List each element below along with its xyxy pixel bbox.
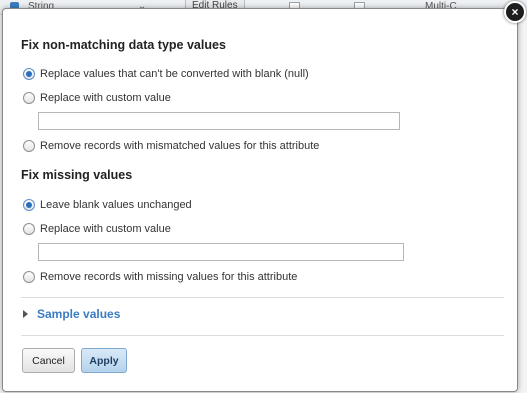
missing-custom-value-input[interactable] (38, 243, 404, 261)
radio-button[interactable] (23, 271, 35, 283)
option-label: Replace with custom value (40, 223, 171, 235)
apply-button[interactable]: Apply (81, 348, 127, 373)
radio-button[interactable] (23, 92, 35, 104)
missing-option-custom[interactable]: Replace with custom value (23, 221, 171, 237)
datatype-custom-value-input[interactable] (38, 112, 400, 130)
cancel-button[interactable]: Cancel (22, 348, 75, 373)
missing-option-remove[interactable]: Remove records with missing values for t… (23, 269, 297, 285)
radio-button[interactable] (23, 140, 35, 152)
radio-button-selected[interactable] (23, 199, 35, 211)
option-label: Replace values that can't be converted w… (40, 68, 309, 80)
option-label: Replace with custom value (40, 92, 171, 104)
missing-section-title: Fix missing values (21, 168, 133, 182)
option-label: Remove records with mismatched values fo… (40, 140, 320, 152)
radio-button-selected[interactable] (23, 68, 35, 80)
sample-values-toggle[interactable]: Sample values (23, 307, 120, 321)
datatype-section-title: Fix non-matching data type values (21, 38, 226, 52)
datatype-option-blank[interactable]: Replace values that can't be converted w… (23, 66, 309, 82)
datatype-option-remove[interactable]: Remove records with mismatched values fo… (23, 138, 319, 154)
option-label: Leave blank values unchanged (40, 199, 192, 211)
missing-option-leave[interactable]: Leave blank values unchanged (23, 197, 192, 213)
sample-values-label: Sample values (37, 307, 121, 321)
datatype-option-custom[interactable]: Replace with custom value (23, 90, 171, 106)
fix-values-dialog: Fix non-matching data type values Replac… (2, 8, 518, 392)
caret-right-icon (23, 310, 28, 318)
section-divider (21, 335, 504, 336)
section-divider (21, 297, 504, 298)
option-label: Remove records with missing values for t… (40, 271, 298, 283)
close-icon[interactable]: × (504, 1, 526, 23)
radio-button[interactable] (23, 223, 35, 235)
